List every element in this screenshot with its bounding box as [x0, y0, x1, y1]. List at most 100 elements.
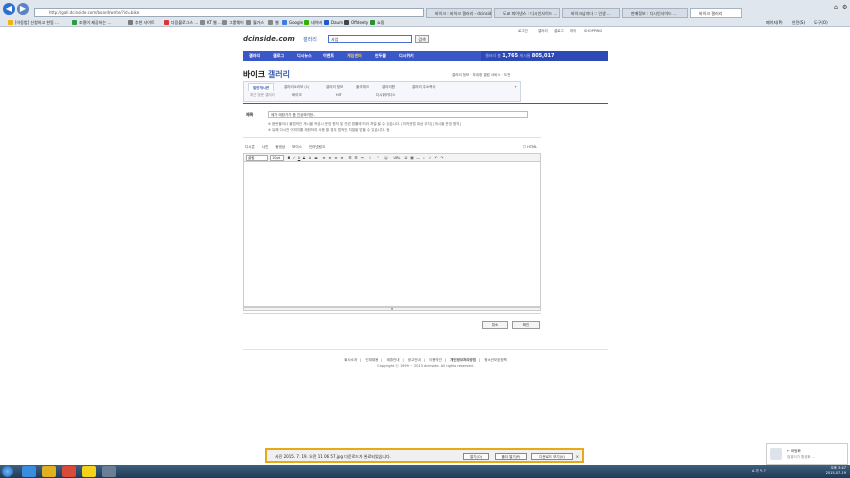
- line-height-icon[interactable]: I: [368, 156, 372, 160]
- tab-item[interactable]: 출석체크: [356, 83, 369, 91]
- top-link[interactable]: SHOPPING: [584, 29, 602, 33]
- align-left-icon[interactable]: ≡: [322, 156, 326, 160]
- favorite-item[interactable]: 월가스: [246, 18, 264, 27]
- page-menu[interactable]: 페이지(P): [766, 18, 783, 27]
- bold-icon[interactable]: B: [287, 156, 291, 160]
- favorite-item[interactable]: 다음블로그스 ...: [164, 18, 198, 27]
- strike-icon[interactable]: S: [302, 156, 306, 160]
- login-link[interactable]: 로그인: [518, 29, 528, 34]
- back-icon[interactable]: ◀: [3, 3, 15, 15]
- quote-icon[interactable]: “: [376, 156, 380, 160]
- footer-link[interactable]: 이용약관: [429, 358, 442, 362]
- submit-button[interactable]: 확인: [512, 321, 540, 329]
- find-icon[interactable]: ⌕: [422, 156, 426, 160]
- recent-gallery[interactable]: HIT: [336, 93, 342, 97]
- emoji-icon[interactable]: ☺: [384, 156, 388, 160]
- view-downloads-button[interactable]: 다운로드 보기(V): [531, 453, 573, 460]
- footer-link[interactable]: 회사소개: [344, 358, 357, 362]
- list-icon[interactable]: ☰: [348, 156, 352, 160]
- attach-photo[interactable]: 사진: [262, 145, 268, 149]
- gnb-item[interactable]: 만두몰: [375, 51, 386, 61]
- hr-icon[interactable]: ―: [416, 156, 420, 160]
- favorite-item[interactable]: 추천 사이트: [128, 18, 155, 27]
- top-link[interactable]: 갤로그: [554, 29, 564, 34]
- align-center-icon[interactable]: ≡: [328, 156, 332, 160]
- browser-tab-active[interactable]: 바이크 갤러리: [690, 8, 742, 18]
- forward-icon[interactable]: ▶: [17, 3, 29, 15]
- cancel-button[interactable]: 취소: [482, 321, 508, 329]
- underline-icon[interactable]: U: [297, 156, 301, 160]
- search-input[interactable]: 사업: [328, 35, 412, 43]
- favorite-item[interactable]: [아동법] 신청하고 한동 ...: [8, 18, 59, 27]
- favorite-item[interactable]: KT 웹 ...: [200, 18, 222, 27]
- footer-link[interactable]: 광고안내: [408, 358, 421, 362]
- tools-menu[interactable]: 도구(O): [814, 18, 828, 27]
- chrome-icon[interactable]: [62, 466, 76, 477]
- italic-icon[interactable]: I: [292, 156, 296, 160]
- home-icon[interactable]: ⌂: [834, 4, 838, 11]
- notification-toast[interactable]: ← 바탕화 컴퓨터가 활성화 ...: [766, 443, 848, 465]
- add-tab-icon[interactable]: +: [514, 83, 517, 91]
- ie-icon[interactable]: [22, 466, 36, 477]
- favorite-item[interactable]: 그룹웨어: [222, 18, 244, 27]
- search-button[interactable]: 검색: [415, 35, 429, 43]
- title-input[interactable]: 제가 애완가가 좀 진상하려한..: [268, 111, 528, 118]
- kakao-icon[interactable]: [82, 466, 96, 477]
- attach-voice[interactable]: 보이스: [292, 145, 302, 149]
- recent-gallery[interactable]: 디시위키디스: [376, 93, 395, 98]
- system-tray[interactable]: A 가 ✎ ?: [752, 469, 766, 474]
- gnb-item[interactable]: 이벤트: [323, 51, 334, 61]
- special-char-icon[interactable]: Ω: [404, 156, 408, 160]
- gnb-item[interactable]: 디시위키: [399, 51, 414, 61]
- site-logo[interactable]: dcinside.com: [243, 35, 295, 43]
- gallery-tools[interactable]: 갤러리 정보 · 부내정 갤럼 서비스 · 도전: [452, 73, 510, 78]
- browser-tab[interactable]: 바이크 : 바이크 갤러리 - dcinside: [426, 8, 492, 18]
- size-select[interactable]: 10pt: [270, 155, 284, 161]
- favorite-item[interactable]: 웹: [268, 18, 279, 27]
- attach-link[interactable]: 인터넷링크: [309, 145, 325, 149]
- align-right-icon[interactable]: ≡: [334, 156, 338, 160]
- redo-icon[interactable]: ↷: [440, 156, 444, 160]
- footer-link[interactable]: 제휴안내: [387, 358, 400, 362]
- favorite-item[interactable]: 쇼핑: [370, 18, 384, 27]
- attach-video[interactable]: 동영상: [275, 145, 285, 149]
- browser-tab[interactable]: 도쿄 파이낸스 : 디시인사이드 ...: [494, 8, 560, 18]
- font-select[interactable]: 굴림: [246, 155, 268, 161]
- gear-icon[interactable]: ⚙: [842, 4, 847, 11]
- editor-body[interactable]: [243, 162, 541, 307]
- address-bar[interactable]: http://gall.dcinside.com/board/write/?id…: [34, 8, 424, 17]
- open-button[interactable]: 열기(O): [463, 453, 489, 460]
- html-checkbox[interactable]: ☐ HTML: [523, 145, 537, 149]
- clock[interactable]: 오후 3:47 2015-07-19: [826, 466, 846, 476]
- favorite-item[interactable]: Daum: [324, 18, 343, 27]
- spell-icon[interactable]: ✓: [428, 156, 432, 160]
- recent-gallery[interactable]: 바이크: [292, 93, 302, 98]
- top-link[interactable]: 갤러리: [538, 29, 548, 34]
- tab-item[interactable]: 갤러리원: [382, 83, 395, 91]
- footer-link[interactable]: 인재채용: [365, 358, 378, 362]
- tab-item[interactable]: 갤러리소리모 (1): [284, 83, 309, 91]
- favorite-item[interactable]: Offdeety: [344, 18, 368, 27]
- undo-icon[interactable]: ↶: [434, 156, 438, 160]
- start-button[interactable]: [2, 466, 13, 477]
- gnb-item[interactable]: 게임센터: [347, 51, 362, 61]
- explorer-icon[interactable]: [42, 466, 56, 477]
- favorite-item[interactable]: Google: [282, 18, 303, 27]
- open-folder-button[interactable]: 폴더 열기(P): [495, 453, 527, 460]
- editor-resize-handle[interactable]: ▼: [243, 307, 541, 311]
- table-icon[interactable]: ▦: [410, 156, 414, 160]
- justify-icon[interactable]: ≡: [340, 156, 344, 160]
- url-icon[interactable]: URL: [392, 156, 402, 160]
- footer-link[interactable]: 청소년보호정책: [484, 358, 507, 362]
- top-link[interactable]: 마이: [570, 29, 576, 34]
- browser-tab[interactable]: 바이크남자다 :: 인생 ...: [562, 8, 620, 18]
- logo-sub[interactable]: 갤러리: [303, 36, 317, 43]
- attach-dccon[interactable]: 디시콘: [245, 145, 255, 149]
- footer-link[interactable]: 개인정보처리방침: [450, 358, 476, 362]
- favorite-item[interactable]: 네이버: [304, 18, 322, 27]
- tab-item[interactable]: 갤러리 정보: [326, 83, 343, 91]
- tab-general[interactable]: 일반게시판: [248, 83, 275, 91]
- gnb-item[interactable]: 갤로그: [273, 51, 284, 61]
- browser-tab[interactable]: 판매정보 : 디시인사이드 ...: [622, 8, 688, 18]
- ordered-list-icon[interactable]: ☰: [354, 156, 358, 160]
